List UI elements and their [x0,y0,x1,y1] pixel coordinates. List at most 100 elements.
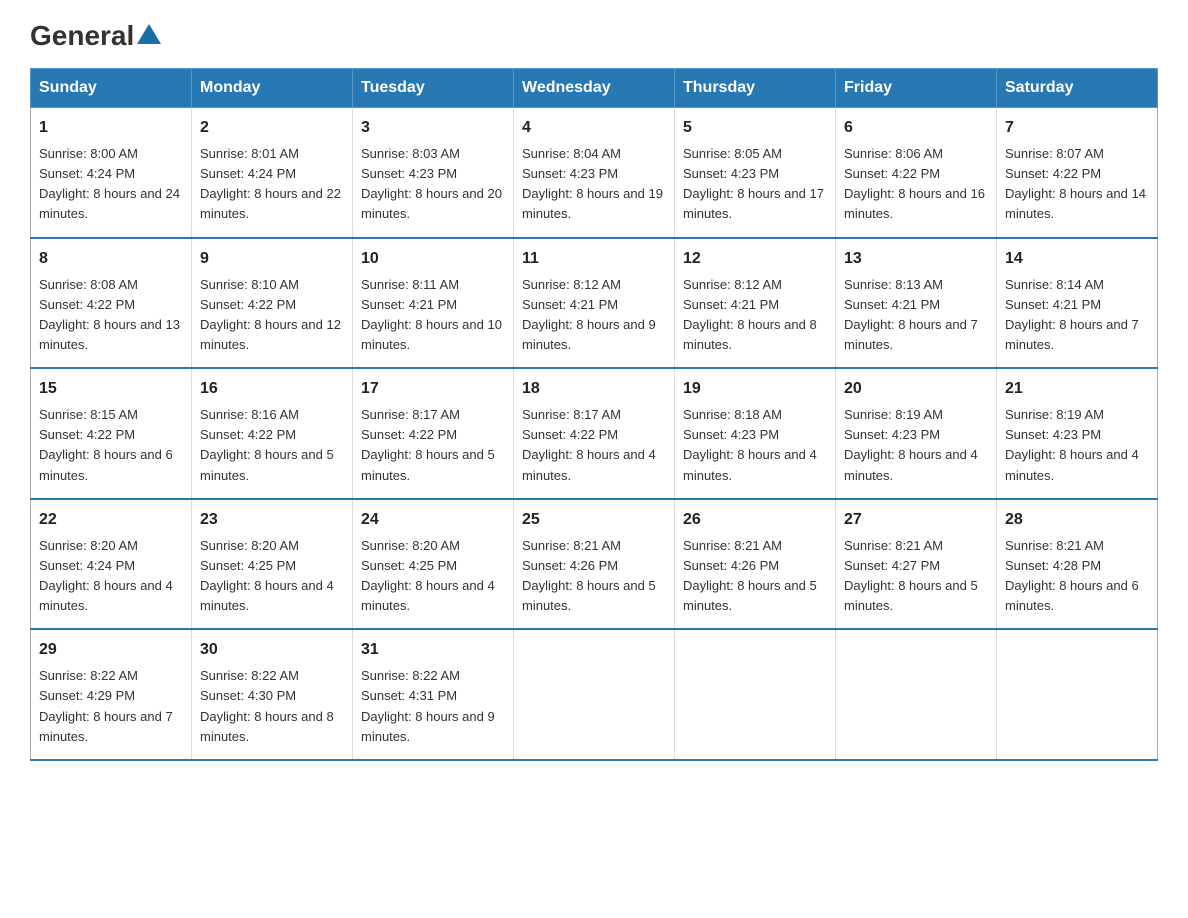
calendar-cell [997,629,1158,760]
day-info: Sunrise: 8:15 AMSunset: 4:22 PMDaylight:… [39,407,173,482]
day-info: Sunrise: 8:12 AMSunset: 4:21 PMDaylight:… [522,277,656,352]
day-info: Sunrise: 8:17 AMSunset: 4:22 PMDaylight:… [522,407,656,482]
day-number: 20 [844,377,988,401]
day-number: 3 [361,116,505,140]
day-info: Sunrise: 8:19 AMSunset: 4:23 PMDaylight:… [844,407,978,482]
calendar-week-row: 29Sunrise: 8:22 AMSunset: 4:29 PMDayligh… [31,629,1158,760]
calendar-cell: 3 Sunrise: 8:03 AMSunset: 4:23 PMDaylight… [353,108,514,238]
calendar-cell [514,629,675,760]
day-info: Sunrise: 8:00 AMSunset: 4:24 PMDaylight:… [39,146,180,221]
day-number: 21 [1005,377,1149,401]
calendar-week-row: 8 Sunrise: 8:08 AMSunset: 4:22 PMDaylight… [31,238,1158,369]
calendar-cell: 24 Sunrise: 8:20 AMSunset: 4:25 PMDayligh… [353,499,514,630]
calendar-cell: 29Sunrise: 8:22 AMSunset: 4:29 PMDayligh… [31,629,192,760]
weekday-header-tuesday: Tuesday [353,69,514,108]
day-info: Sunrise: 8:21 AMSunset: 4:26 PMDaylight:… [683,538,817,613]
calendar-cell: 1 Sunrise: 8:00 AMSunset: 4:24 PMDaylight… [31,108,192,238]
calendar-cell: 17 Sunrise: 8:17 AMSunset: 4:22 PMDayligh… [353,368,514,499]
calendar-cell: 27 Sunrise: 8:21 AMSunset: 4:27 PMDayligh… [836,499,997,630]
calendar-cell: 22Sunrise: 8:20 AMSunset: 4:24 PMDayligh… [31,499,192,630]
weekday-header-thursday: Thursday [675,69,836,108]
day-number: 17 [361,377,505,401]
day-number: 9 [200,247,344,271]
day-info: Sunrise: 8:21 AMSunset: 4:28 PMDaylight:… [1005,538,1139,613]
logo: General [30,20,164,48]
calendar-cell: 2 Sunrise: 8:01 AMSunset: 4:24 PMDaylight… [192,108,353,238]
day-number: 27 [844,508,988,532]
day-number: 12 [683,247,827,271]
day-number: 6 [844,116,988,140]
day-info: Sunrise: 8:22 AMSunset: 4:30 PMDaylight:… [200,668,334,743]
calendar-cell [675,629,836,760]
calendar-cell: 15 Sunrise: 8:15 AMSunset: 4:22 PMDayligh… [31,368,192,499]
day-info: Sunrise: 8:22 AMSunset: 4:31 PMDaylight:… [361,668,495,743]
day-info: Sunrise: 8:17 AMSunset: 4:22 PMDaylight:… [361,407,495,482]
calendar-cell: 5 Sunrise: 8:05 AMSunset: 4:23 PMDaylight… [675,108,836,238]
day-info: Sunrise: 8:07 AMSunset: 4:22 PMDaylight:… [1005,146,1146,221]
logo-triangle-icon [137,24,161,44]
day-number: 31 [361,638,505,662]
day-number: 30 [200,638,344,662]
calendar-cell: 25 Sunrise: 8:21 AMSunset: 4:26 PMDayligh… [514,499,675,630]
day-number: 4 [522,116,666,140]
weekday-header-friday: Friday [836,69,997,108]
day-info: Sunrise: 8:12 AMSunset: 4:21 PMDaylight:… [683,277,817,352]
day-number: 28 [1005,508,1149,532]
weekday-header-wednesday: Wednesday [514,69,675,108]
day-number: 13 [844,247,988,271]
page-header: General [30,20,1158,48]
calendar-week-row: 15 Sunrise: 8:15 AMSunset: 4:22 PMDayligh… [31,368,1158,499]
day-info: Sunrise: 8:20 AMSunset: 4:25 PMDaylight:… [200,538,334,613]
day-info: Sunrise: 8:21 AMSunset: 4:26 PMDaylight:… [522,538,656,613]
day-info: Sunrise: 8:16 AMSunset: 4:22 PMDaylight:… [200,407,334,482]
day-info: Sunrise: 8:04 AMSunset: 4:23 PMDaylight:… [522,146,663,221]
day-info: Sunrise: 8:03 AMSunset: 4:23 PMDaylight:… [361,146,502,221]
day-number: 14 [1005,247,1149,271]
calendar-cell: 9Sunrise: 8:10 AMSunset: 4:22 PMDaylight… [192,238,353,369]
day-info: Sunrise: 8:21 AMSunset: 4:27 PMDaylight:… [844,538,978,613]
day-number: 18 [522,377,666,401]
calendar-cell: 14 Sunrise: 8:14 AMSunset: 4:21 PMDayligh… [997,238,1158,369]
calendar-cell: 23 Sunrise: 8:20 AMSunset: 4:25 PMDayligh… [192,499,353,630]
day-number: 11 [522,247,666,271]
day-number: 25 [522,508,666,532]
day-info: Sunrise: 8:14 AMSunset: 4:21 PMDaylight:… [1005,277,1139,352]
calendar-cell: 31 Sunrise: 8:22 AMSunset: 4:31 PMDayligh… [353,629,514,760]
day-info: Sunrise: 8:11 AMSunset: 4:21 PMDaylight:… [361,277,502,352]
day-info: Sunrise: 8:01 AMSunset: 4:24 PMDaylight:… [200,146,341,221]
calendar-cell: 26Sunrise: 8:21 AMSunset: 4:26 PMDayligh… [675,499,836,630]
calendar-cell: 10 Sunrise: 8:11 AMSunset: 4:21 PMDayligh… [353,238,514,369]
day-info: Sunrise: 8:20 AMSunset: 4:25 PMDaylight:… [361,538,495,613]
calendar-cell: 20 Sunrise: 8:19 AMSunset: 4:23 PMDayligh… [836,368,997,499]
day-info: Sunrise: 8:22 AMSunset: 4:29 PMDaylight:… [39,668,173,743]
calendar-week-row: 1 Sunrise: 8:00 AMSunset: 4:24 PMDaylight… [31,108,1158,238]
calendar-cell: 11 Sunrise: 8:12 AMSunset: 4:21 PMDayligh… [514,238,675,369]
day-number: 10 [361,247,505,271]
day-number: 16 [200,377,344,401]
logo-general-text: General [30,20,134,52]
day-info: Sunrise: 8:18 AMSunset: 4:23 PMDaylight:… [683,407,817,482]
calendar-cell: 4 Sunrise: 8:04 AMSunset: 4:23 PMDaylight… [514,108,675,238]
day-info: Sunrise: 8:05 AMSunset: 4:23 PMDaylight:… [683,146,824,221]
day-info: Sunrise: 8:06 AMSunset: 4:22 PMDaylight:… [844,146,985,221]
calendar-cell: 18 Sunrise: 8:17 AMSunset: 4:22 PMDayligh… [514,368,675,499]
weekday-header-saturday: Saturday [997,69,1158,108]
weekday-header-monday: Monday [192,69,353,108]
calendar-cell: 30 Sunrise: 8:22 AMSunset: 4:30 PMDayligh… [192,629,353,760]
day-number: 15 [39,377,183,401]
day-number: 24 [361,508,505,532]
day-number: 7 [1005,116,1149,140]
calendar-cell: 13Sunrise: 8:13 AMSunset: 4:21 PMDayligh… [836,238,997,369]
day-number: 1 [39,116,183,140]
day-number: 8 [39,247,183,271]
calendar-table: SundayMondayTuesdayWednesdayThursdayFrid… [30,68,1158,761]
day-number: 23 [200,508,344,532]
calendar-cell: 7 Sunrise: 8:07 AMSunset: 4:22 PMDaylight… [997,108,1158,238]
calendar-cell: 8 Sunrise: 8:08 AMSunset: 4:22 PMDaylight… [31,238,192,369]
weekday-header-sunday: Sunday [31,69,192,108]
calendar-cell: 12 Sunrise: 8:12 AMSunset: 4:21 PMDayligh… [675,238,836,369]
day-number: 2 [200,116,344,140]
day-number: 5 [683,116,827,140]
day-info: Sunrise: 8:08 AMSunset: 4:22 PMDaylight:… [39,277,180,352]
calendar-header-row: SundayMondayTuesdayWednesdayThursdayFrid… [31,69,1158,108]
